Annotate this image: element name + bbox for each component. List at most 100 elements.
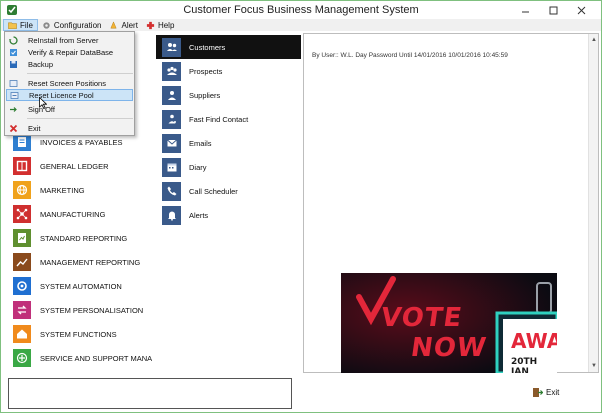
dd-label: Verify & Repair DataBase	[28, 47, 114, 57]
content-scrollbar[interactable]: ▲ ▼	[588, 34, 598, 372]
close-button[interactable]	[567, 2, 595, 18]
menu-help-label: Help	[157, 20, 175, 30]
module-label: SERVICE AND SUPPORT MANAGE	[40, 353, 152, 363]
module-system-personalisation[interactable]: SYSTEM PERSONALISATION	[13, 301, 143, 319]
menu-help[interactable]: Help	[142, 19, 178, 31]
fast-find-icon	[162, 109, 181, 129]
module-system-functions[interactable]: SYSTEM FUNCTIONS	[13, 325, 117, 343]
menu-sign-off[interactable]: Sign Off	[6, 103, 133, 115]
module-label: MARKETING	[40, 185, 85, 195]
scroll-down-icon[interactable]: ▼	[590, 362, 598, 370]
reset-licence-icon	[7, 89, 21, 101]
trend-chart-icon	[13, 253, 31, 271]
help-cross-icon	[146, 21, 155, 29]
sign-off-icon	[6, 103, 20, 115]
vote-now-banner[interactable]: VOTE NOW AWA 20TH JAN	[341, 273, 557, 373]
menu-alert[interactable]: Alert	[105, 19, 141, 31]
submodule-diary[interactable]: Diary	[162, 157, 207, 177]
module-label: MANUFACTURING	[40, 209, 106, 219]
module-system-automation[interactable]: SYSTEM AUTOMATION	[13, 277, 122, 295]
email-icon	[162, 133, 181, 153]
menu-reinstall-from-server[interactable]: ReInstall from Server	[6, 34, 133, 46]
submodule-call-scheduler[interactable]: Call Scheduler	[162, 181, 238, 201]
file-menu-dropdown: ReInstall from Server Verify & Repair Da…	[4, 31, 135, 136]
maximize-button[interactable]	[539, 2, 567, 18]
menu-separator	[27, 118, 133, 119]
module-label: STANDARD REPORTING	[40, 233, 128, 243]
menu-file[interactable]: File	[3, 19, 38, 31]
folder-icon	[8, 22, 17, 29]
submodule-list: Customers Prospects Suppliers Fast Find …	[156, 33, 301, 373]
user-info-text: By User:: W.L. Day Password Until 14/01/…	[312, 52, 508, 59]
network-icon	[13, 205, 31, 223]
module-label: SYSTEM FUNCTIONS	[40, 329, 117, 339]
menu-configuration[interactable]: Configuration	[38, 19, 106, 31]
backup-icon	[6, 58, 20, 70]
submodule-label: Diary	[189, 162, 207, 172]
module-label: MANAGEMENT REPORTING	[40, 257, 141, 267]
ledger-icon	[13, 157, 31, 175]
menu-verify-repair-database[interactable]: Verify & Repair DataBase	[6, 46, 133, 58]
menu-reset-licence-pool[interactable]: Reset Licence Pool	[6, 89, 133, 101]
dd-label: Backup	[28, 59, 54, 69]
submodule-label: Prospects	[189, 66, 223, 76]
swap-arrows-icon	[13, 301, 31, 319]
submodule-label: Customers	[189, 42, 226, 52]
menu-separator	[27, 73, 133, 74]
globe-icon	[13, 181, 31, 199]
submodule-emails[interactable]: Emails	[162, 133, 212, 153]
support-icon	[13, 349, 31, 367]
alerts-icon	[162, 205, 181, 225]
menu-reset-screen-positions[interactable]: Reset Screen Positions	[6, 77, 133, 89]
module-marketing[interactable]: MARKETING	[13, 181, 85, 199]
submodule-fast-find-contact[interactable]: Fast Find Contact	[162, 109, 248, 129]
banner-now-text: NOW	[408, 333, 489, 363]
exit-button[interactable]: Exit	[532, 387, 559, 398]
module-management-reporting[interactable]: MANAGEMENT REPORTING	[13, 253, 140, 271]
submodule-alerts[interactable]: Alerts	[162, 205, 208, 225]
reinstall-icon	[6, 34, 20, 46]
dd-label: ReInstall from Server	[28, 35, 99, 45]
maximize-icon	[549, 6, 557, 14]
customers-icon	[162, 37, 181, 57]
exit-x-icon	[6, 122, 20, 134]
status-box	[8, 378, 292, 409]
gear-icon	[43, 21, 50, 29]
phone-icon	[162, 181, 181, 201]
menu-backup[interactable]: Backup	[6, 58, 133, 70]
close-icon	[577, 6, 585, 14]
content-panel: By User:: W.L. Day Password Until 14/01/…	[303, 33, 599, 373]
mouse-cursor-icon	[39, 97, 47, 109]
menu-file-label: File	[20, 20, 33, 30]
submodule-customers[interactable]: Customers	[162, 37, 225, 57]
home-icon	[13, 325, 31, 343]
submodule-prospects[interactable]: Prospects	[162, 61, 222, 81]
submodule-suppliers[interactable]: Suppliers	[162, 85, 220, 105]
module-label: INVOICES & PAYABLES	[40, 137, 123, 147]
module-manufacturing[interactable]: MANUFACTURING	[13, 205, 105, 223]
report-icon	[13, 229, 31, 247]
minimize-icon	[521, 11, 529, 12]
dd-label: Exit	[28, 123, 41, 133]
menu-bar: File Configuration Alert Help	[1, 19, 601, 31]
menu-alert-label: Alert	[121, 20, 138, 30]
exit-button-label: Exit	[546, 388, 560, 397]
submodule-label: Emails	[189, 138, 212, 148]
reset-screen-icon	[6, 77, 20, 89]
minimize-button[interactable]	[511, 2, 539, 18]
banner-award-title: AWA	[511, 329, 557, 353]
window-controls	[511, 2, 595, 18]
scroll-up-icon[interactable]: ▲	[590, 36, 598, 44]
submodule-label: Alerts	[189, 210, 209, 220]
module-service-support[interactable]: SERVICE AND SUPPORT MANAGE	[13, 349, 152, 367]
menu-exit[interactable]: Exit	[6, 122, 133, 134]
module-general-ledger[interactable]: GENERAL LEDGER	[13, 157, 109, 175]
app-window: Customer Focus Business Management Syste…	[0, 0, 602, 413]
submodule-label: Fast Find Contact	[189, 114, 249, 124]
module-label: SYSTEM AUTOMATION	[40, 281, 122, 291]
bell-icon	[110, 20, 118, 28]
prospects-icon	[162, 61, 181, 81]
calendar-icon	[162, 157, 181, 177]
title-bar: Customer Focus Business Management Syste…	[1, 1, 601, 19]
module-standard-reporting[interactable]: STANDARD REPORTING	[13, 229, 127, 247]
